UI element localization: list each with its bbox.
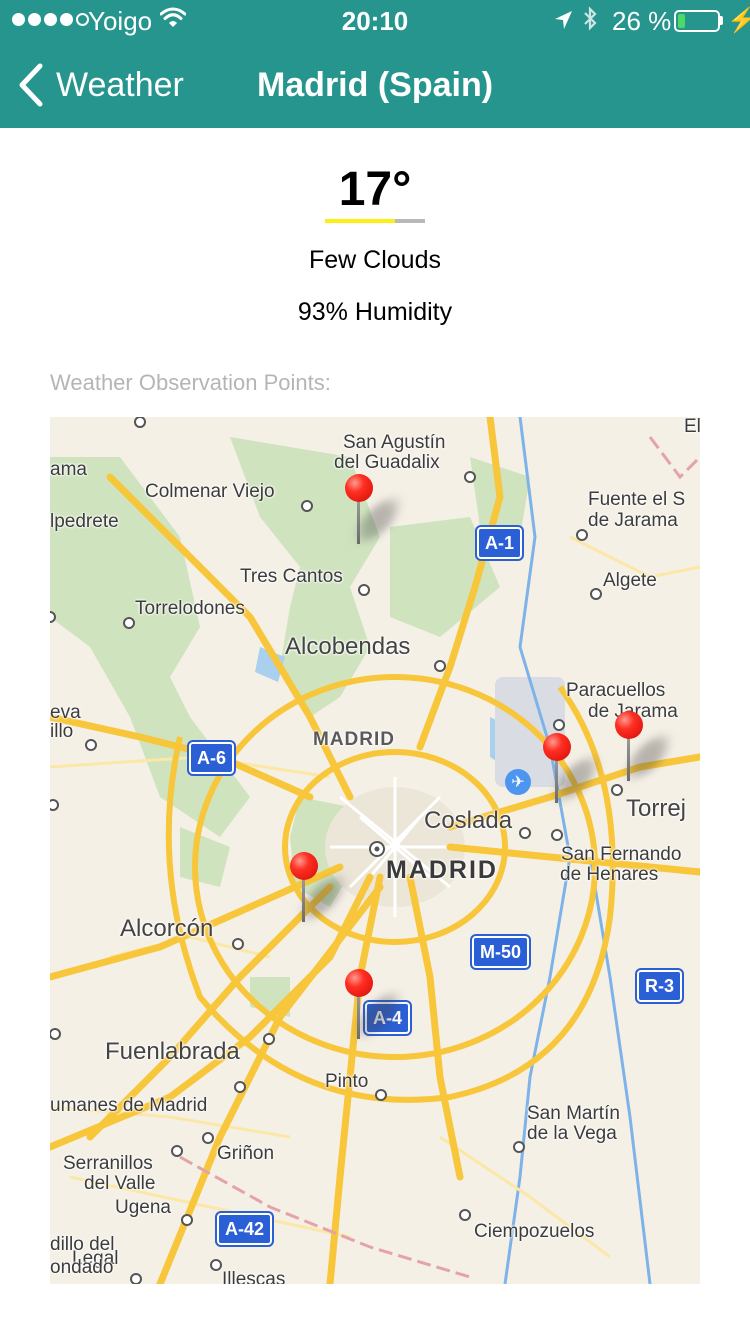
map-place-label: de la Vega — [527, 1123, 617, 1144]
map-place-label: eva — [50, 702, 81, 723]
map-region-label: MADRID — [313, 729, 395, 750]
observation-pin[interactable] — [290, 852, 350, 932]
pin-head — [345, 474, 373, 502]
map-place-label: Paracuellos — [566, 680, 666, 701]
pin-stick — [357, 995, 360, 1039]
map-place-label: Griñon — [217, 1143, 275, 1164]
back-button-label: Weather — [56, 65, 184, 104]
map-place-label: San Martín — [527, 1103, 620, 1124]
temperature-value: 17° — [338, 163, 412, 216]
map-place-label: San Fernando — [561, 844, 682, 865]
top-bar: Yoigo 20:10 26 % ⚡ Weather Madrid (Spain… — [0, 0, 750, 128]
temperature-bar — [325, 219, 425, 223]
pin-head — [615, 711, 643, 739]
map-place-label: illo — [50, 721, 74, 742]
observation-pin[interactable] — [615, 711, 675, 791]
map-place-label: Fuente el S — [588, 489, 686, 510]
airport-icon: ✈ — [505, 769, 531, 795]
map-place-label: Torrelodones — [135, 598, 245, 619]
map-place-label: Torrej — [626, 795, 687, 822]
map-place-label: El — [684, 417, 700, 437]
map-place-label: Ugena — [115, 1197, 171, 1218]
charging-bolt-icon: ⚡ — [727, 7, 750, 34]
pin-stick — [627, 737, 630, 781]
map-place-label: del Valle — [84, 1173, 156, 1194]
road-shield: R-3 — [634, 968, 685, 1004]
pin-head — [345, 969, 373, 997]
pin-head — [543, 733, 571, 761]
pin-stick — [555, 759, 558, 803]
map-place-label: de Henares — [560, 864, 659, 885]
map-place-label: de Jarama — [588, 510, 678, 531]
observation-map[interactable]: San Agustín del Guadalix Colmenar Viejo … — [50, 417, 700, 1284]
map-place-label: Ciempozuelos — [474, 1221, 595, 1242]
road-shield: A-6 — [186, 740, 237, 776]
map-place-label: umanes de Madrid — [50, 1095, 208, 1116]
bluetooth-icon — [582, 6, 598, 39]
observation-pin[interactable] — [345, 474, 405, 554]
map-place-label: Pinto — [325, 1071, 369, 1092]
chevron-left-icon — [19, 63, 43, 107]
map-place-label: ondado — [50, 1257, 114, 1278]
map-place-label: Alcobendas — [285, 633, 411, 660]
map-place-label: Illescas — [222, 1269, 286, 1284]
map-place-label: Serranillos — [63, 1153, 153, 1174]
map-place-label: Coslada — [424, 807, 513, 834]
map-city-label: MADRID — [386, 856, 498, 884]
pin-head — [290, 852, 318, 880]
road-shield: M-50 — [469, 934, 532, 970]
road-shield: A-42 — [214, 1211, 275, 1247]
map-place-label: Tres Cantos — [240, 566, 343, 587]
battery-icon — [674, 10, 720, 32]
back-button[interactable]: Weather — [14, 60, 184, 110]
road-shield: A-1 — [474, 525, 525, 561]
status-bar: Yoigo 20:10 26 % ⚡ — [0, 0, 750, 40]
observation-pin[interactable] — [543, 733, 603, 813]
observation-points-heading: Weather Observation Points: — [50, 370, 331, 395]
location-arrow-icon — [553, 7, 573, 38]
map-place-label: del Guadalix — [334, 452, 440, 473]
pin-stick — [357, 500, 360, 544]
observation-pin[interactable] — [345, 969, 405, 1049]
map-place-label: ama — [50, 459, 87, 480]
battery-percentage: 26 % — [612, 6, 672, 36]
humidity-value: 93% Humidity — [297, 298, 453, 326]
map-place-label: Fuenlabrada — [105, 1038, 240, 1065]
map-place-label: Alcorcón — [120, 915, 214, 942]
battery-level — [678, 14, 685, 28]
weather-condition: Few Clouds — [309, 246, 441, 274]
map-place-label: San Agustín — [343, 432, 446, 453]
battery-nub — [720, 16, 723, 25]
pin-stick — [302, 878, 305, 922]
map-place-label: lpedrete — [50, 511, 119, 532]
temperature-bar-fill — [325, 219, 395, 223]
navigation-bar: Weather Madrid (Spain) — [0, 40, 750, 128]
map-place-label: Algete — [603, 570, 657, 591]
map-place-label: Colmenar Viejo — [145, 481, 275, 502]
